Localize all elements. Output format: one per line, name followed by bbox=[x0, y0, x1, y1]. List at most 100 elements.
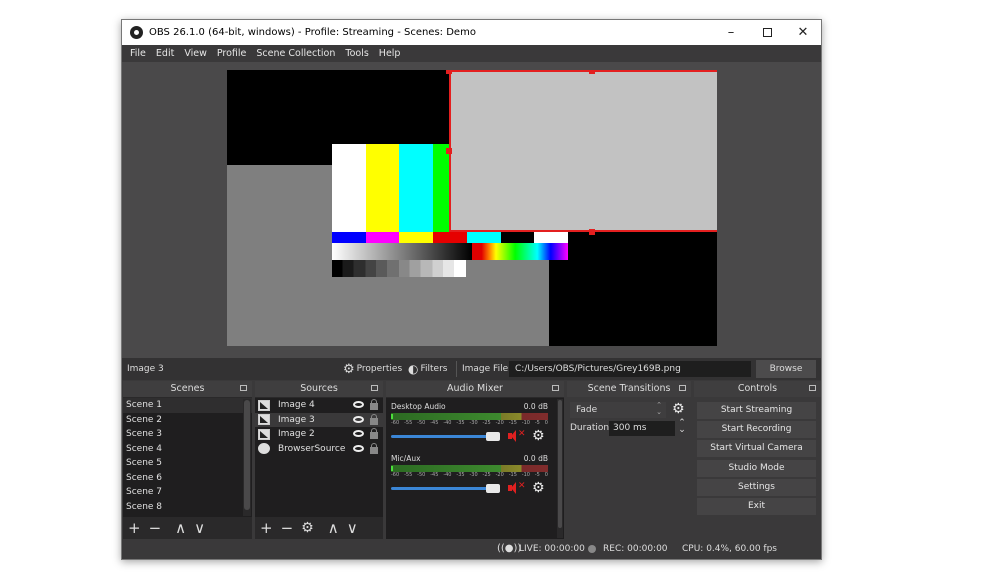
meter-ticks: -60 -55 -50 -45 -40 -35 -30 -25 -20 -15 -10 -5 0 bbox=[391, 472, 548, 478]
mute-button[interactable]: ✕ bbox=[508, 429, 526, 442]
transition-select-arrows[interactable]: ⌃ ⌄ bbox=[653, 402, 665, 418]
scene-item[interactable]: Scene 3 bbox=[123, 427, 252, 442]
eye-icon[interactable] bbox=[353, 415, 364, 423]
resize-handle-t[interactable] bbox=[589, 70, 595, 74]
undock-icon[interactable] bbox=[679, 385, 686, 391]
start-virtual-camera-button[interactable]: Start Virtual Camera bbox=[697, 440, 816, 457]
toolbar-divider bbox=[456, 361, 457, 377]
lock-icon[interactable] bbox=[370, 428, 378, 439]
close-button[interactable]: ✕ bbox=[785, 20, 821, 45]
source-item[interactable]: Image 3 bbox=[255, 412, 383, 427]
source-item[interactable]: Image 2 bbox=[255, 427, 383, 442]
image-icon bbox=[258, 428, 270, 440]
scene-item[interactable]: Scene 5 bbox=[123, 456, 252, 471]
browse-button[interactable]: Browse bbox=[756, 360, 816, 378]
transition-select[interactable]: Fade bbox=[570, 402, 666, 418]
mixer-scrollbar[interactable] bbox=[557, 399, 563, 538]
studio-mode-button[interactable]: Studio Mode bbox=[697, 460, 816, 477]
resize-handle-l[interactable] bbox=[446, 148, 452, 154]
move-scene-up-button[interactable]: ∧ bbox=[175, 520, 186, 536]
move-source-up-button[interactable]: ∧ bbox=[328, 520, 339, 536]
live-timer: LIVE: 00:00:00 bbox=[519, 544, 585, 554]
menu-bar: File Edit View Profile Scene Collection … bbox=[122, 45, 821, 62]
scene-item[interactable]: Scene 2 bbox=[123, 413, 252, 428]
maximize-button[interactable] bbox=[749, 20, 785, 45]
source-item[interactable]: BrowserSource bbox=[255, 442, 383, 457]
volume-slider-handle[interactable] bbox=[486, 432, 500, 441]
add-source-button[interactable]: + bbox=[260, 520, 273, 536]
source-name: Image 2 bbox=[278, 429, 315, 440]
lock-icon[interactable] bbox=[370, 413, 378, 425]
scrollbar-thumb[interactable] bbox=[558, 400, 562, 528]
undock-icon[interactable] bbox=[240, 385, 247, 391]
menu-scene-collection[interactable]: Scene Collection bbox=[251, 48, 340, 59]
start-recording-button[interactable]: Start Recording bbox=[697, 421, 816, 438]
image-file-path-field[interactable]: C:/Users/OBS/Pictures/Grey169B.png bbox=[509, 361, 751, 377]
lock-icon[interactable] bbox=[370, 399, 378, 410]
volume-slider[interactable] bbox=[391, 484, 500, 493]
undock-icon[interactable] bbox=[809, 385, 816, 391]
properties-button[interactable]: ⚙ Properties bbox=[343, 362, 402, 377]
move-source-down-button[interactable]: ∨ bbox=[347, 520, 358, 536]
eye-icon[interactable] bbox=[353, 430, 364, 437]
scene-item[interactable]: Scene 1 bbox=[123, 398, 252, 413]
close-icon: ✕ bbox=[797, 25, 809, 40]
scene-item[interactable]: Scene 7 bbox=[123, 485, 252, 500]
scene-item[interactable]: Scene 4 bbox=[123, 442, 252, 457]
resize-handle-b[interactable] bbox=[589, 229, 595, 235]
exit-button[interactable]: Exit bbox=[697, 498, 816, 515]
menu-help[interactable]: Help bbox=[374, 48, 406, 59]
status-bar: ((●)) LIVE: 00:00:00 REC: 00:00:00 CPU: … bbox=[122, 539, 821, 559]
duration-input[interactable]: 300 ms bbox=[609, 421, 675, 436]
source-name: BrowserSource bbox=[278, 443, 346, 454]
undock-icon[interactable] bbox=[371, 385, 378, 391]
resize-handle-tl[interactable] bbox=[446, 70, 452, 74]
audio-mixer-body: Desktop Audio 0.0 dB -60 -55 -50 -45 -40 -35-… bbox=[386, 398, 564, 539]
start-streaming-button[interactable]: Start Streaming bbox=[697, 402, 816, 419]
obs-logo-icon bbox=[130, 26, 143, 39]
gear-icon: ⚙ bbox=[343, 361, 355, 377]
channel-settings-gear-icon[interactable]: ⚙ bbox=[532, 481, 545, 495]
menu-edit[interactable]: Edit bbox=[151, 48, 179, 59]
scenes-footer: + − ∧ ∨ bbox=[123, 517, 252, 539]
controls-dock: Controls Start Streaming Start Recording… bbox=[694, 381, 821, 539]
color-bar bbox=[399, 232, 434, 243]
volume-slider-handle[interactable] bbox=[486, 484, 500, 493]
eye-icon[interactable] bbox=[353, 444, 364, 452]
mute-button[interactable]: ✕ bbox=[508, 481, 526, 494]
volume-slider[interactable] bbox=[391, 432, 500, 441]
eye-icon[interactable] bbox=[353, 401, 364, 408]
add-scene-button[interactable]: + bbox=[128, 520, 141, 536]
filters-button[interactable]: ◐ Filters bbox=[408, 362, 447, 376]
filters-label: Filters bbox=[420, 364, 448, 374]
source-item[interactable]: Image 4 bbox=[255, 398, 383, 413]
preview-canvas[interactable] bbox=[227, 70, 717, 346]
audio-mixer-title: Audio Mixer bbox=[447, 383, 503, 394]
menu-view[interactable]: View bbox=[179, 48, 212, 59]
scenes-scrollbar[interactable] bbox=[243, 399, 251, 516]
source-properties-button[interactable]: ⚙ bbox=[301, 521, 314, 535]
channel-db: 0.0 dB bbox=[523, 454, 548, 463]
image-icon bbox=[258, 399, 270, 411]
cpu-fps: CPU: 0.4%, 60.00 fps bbox=[682, 544, 777, 554]
remove-scene-button[interactable]: − bbox=[149, 520, 162, 536]
color-bar bbox=[365, 232, 400, 243]
settings-button[interactable]: Settings bbox=[697, 479, 816, 496]
scrollbar-thumb[interactable] bbox=[244, 400, 250, 510]
menu-profile[interactable]: Profile bbox=[212, 48, 252, 59]
selected-source-image-3[interactable] bbox=[449, 70, 717, 232]
filters-icon: ◐ bbox=[408, 362, 419, 376]
channel-settings-gear-icon[interactable]: ⚙ bbox=[532, 429, 545, 443]
menu-tools[interactable]: Tools bbox=[340, 48, 373, 59]
move-scene-down-button[interactable]: ∨ bbox=[194, 520, 205, 536]
menu-file[interactable]: File bbox=[125, 48, 151, 59]
duration-stepper[interactable]: ⌃ ⌄ bbox=[676, 419, 688, 436]
scene-item[interactable]: Scene 8 bbox=[123, 500, 252, 515]
remove-source-button[interactable]: − bbox=[281, 520, 294, 536]
scene-item[interactable]: Scene 6 bbox=[123, 471, 252, 486]
sources-title: Sources bbox=[300, 383, 338, 394]
minimize-button[interactable]: – bbox=[713, 20, 749, 45]
transition-settings-gear-icon[interactable]: ⚙ bbox=[672, 402, 685, 416]
undock-icon[interactable] bbox=[552, 385, 559, 391]
lock-icon[interactable] bbox=[370, 442, 378, 454]
